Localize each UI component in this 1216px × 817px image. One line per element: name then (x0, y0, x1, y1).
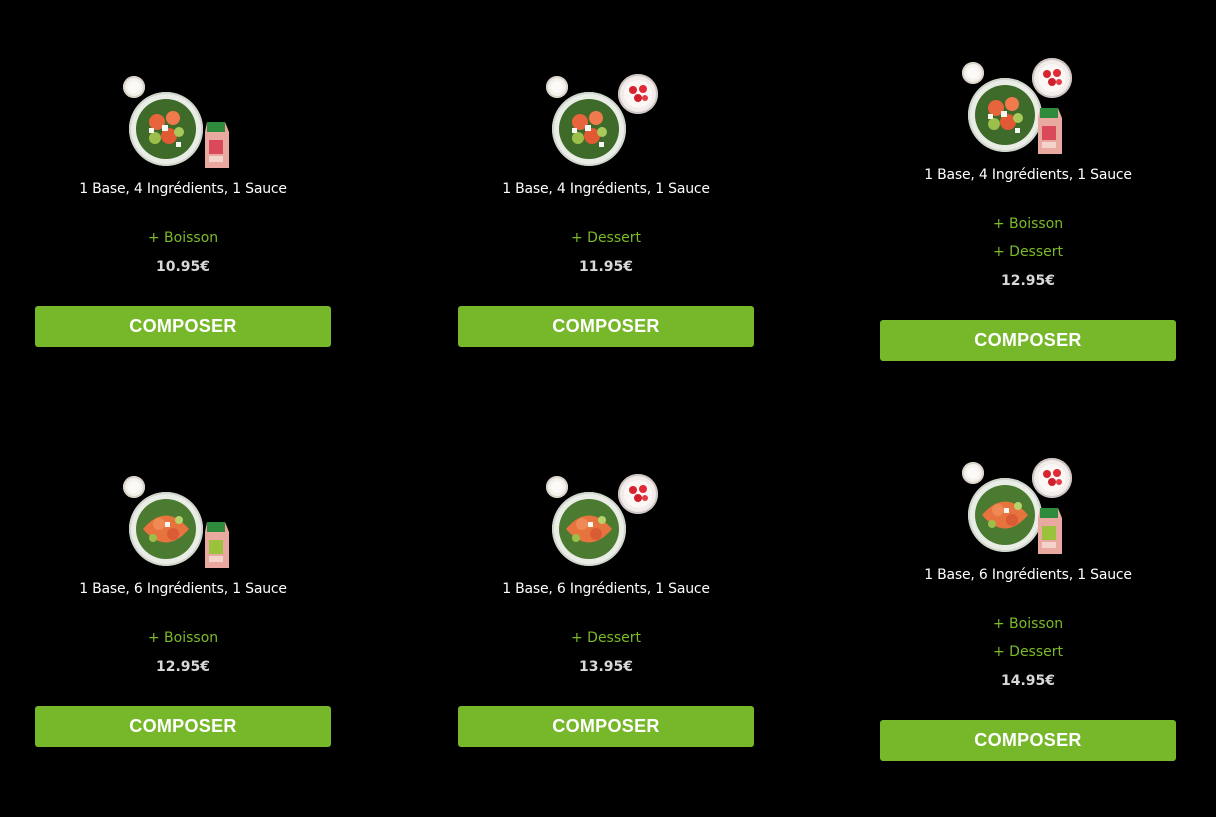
menu-description: 1 Base, 4 Ingrédients, 1 Sauce (79, 181, 287, 197)
menu-price: 11.95€ (578, 259, 634, 275)
menu-card: 1 Base, 6 Ingrédients, 1 Sauce + Dessert… (458, 472, 754, 747)
menu-description: 1 Base, 6 Ingrédients, 1 Sauce (502, 581, 710, 597)
menu-image (123, 72, 243, 176)
menu-description: 1 Base, 4 Ingrédients, 1 Sauce (502, 181, 710, 197)
dessert-image (618, 474, 658, 514)
menu-extras: + Boisson (35, 224, 331, 252)
dessert-image (618, 74, 658, 114)
extra-boisson: + Boisson (992, 616, 1064, 632)
drink-carton-image (1034, 506, 1064, 556)
menu-card: 1 Base, 6 Ingrédients, 1 Sauce + Boisson… (880, 458, 1176, 761)
composer-button[interactable]: COMPOSER (880, 720, 1176, 761)
extra-boisson: + Boisson (147, 630, 219, 646)
menu-image (962, 458, 1088, 562)
menu-extras: + Boisson + Dessert (880, 210, 1176, 266)
salad-bowl-image (968, 78, 1042, 152)
menu-card: 1 Base, 4 Ingrédients, 1 Sauce + Boisson… (35, 72, 331, 347)
menu-image (546, 472, 666, 576)
salad-bowl-image (129, 92, 203, 166)
extra-boisson: + Boisson (992, 216, 1064, 232)
menu-price: 12.95€ (1000, 273, 1056, 289)
composer-button[interactable]: COMPOSER (35, 706, 331, 747)
drink-carton-image (1034, 106, 1064, 156)
menu-extras: + Dessert (458, 224, 754, 252)
menu-image (962, 58, 1088, 162)
salad-bowl-image (552, 92, 626, 166)
menu-price: 13.95€ (578, 659, 634, 675)
extra-dessert: + Dessert (570, 230, 642, 246)
composer-button[interactable]: COMPOSER (458, 706, 754, 747)
dessert-image (1032, 458, 1072, 498)
menu-description: 1 Base, 4 Ingrédients, 1 Sauce (924, 167, 1132, 183)
menu-extras: + Dessert (458, 624, 754, 652)
menu-description: 1 Base, 6 Ingrédients, 1 Sauce (924, 567, 1132, 583)
menu-image (123, 472, 243, 576)
menu-extras: + Boisson (35, 624, 331, 652)
salad-bowl-image (552, 492, 626, 566)
menu-card: 1 Base, 4 Ingrédients, 1 Sauce + Boisson… (880, 58, 1176, 361)
extra-dessert: + Dessert (570, 630, 642, 646)
salad-bowl-image (129, 492, 203, 566)
menu-price: 10.95€ (155, 259, 211, 275)
composer-button[interactable]: COMPOSER (35, 306, 331, 347)
drink-carton-image (201, 520, 231, 570)
extra-dessert: + Dessert (992, 644, 1064, 660)
menu-card: 1 Base, 4 Ingrédients, 1 Sauce + Dessert… (458, 72, 754, 347)
composer-button[interactable]: COMPOSER (458, 306, 754, 347)
composer-button[interactable]: COMPOSER (880, 320, 1176, 361)
extra-boisson: + Boisson (147, 230, 219, 246)
menu-extras: + Boisson + Dessert (880, 610, 1176, 666)
drink-carton-image (201, 120, 231, 170)
menu-card: 1 Base, 6 Ingrédients, 1 Sauce + Boisson… (35, 472, 331, 747)
menu-price: 14.95€ (1000, 673, 1056, 689)
salad-bowl-image (968, 478, 1042, 552)
extra-dessert: + Dessert (992, 244, 1064, 260)
menu-description: 1 Base, 6 Ingrédients, 1 Sauce (79, 581, 287, 597)
menu-image (546, 72, 666, 176)
menu-price: 12.95€ (155, 659, 211, 675)
dessert-image (1032, 58, 1072, 98)
